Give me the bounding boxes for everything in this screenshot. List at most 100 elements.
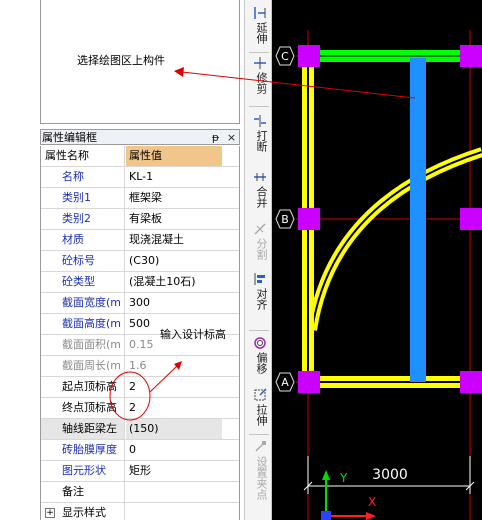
property-value[interactable]: 现浇混凝土	[126, 230, 222, 250]
property-name-label: 类别2	[62, 212, 91, 225]
property-name-label: 起点顶标高	[62, 380, 117, 393]
drawing-canvas[interactable]: C B A 3000 Y X	[272, 0, 482, 520]
ucs-x-label: X	[368, 495, 376, 509]
property-name-label: 轴线距梁左	[62, 422, 117, 435]
property-row[interactable]: 砖胎膜厚度 0	[41, 440, 239, 461]
property-name: 备注	[41, 482, 125, 502]
property-name: 截面周长(m	[41, 356, 125, 376]
property-panel-header: 属性编辑框 ᵽ ×	[40, 129, 240, 145]
dimension-label: 3000	[372, 467, 408, 483]
property-name-label: 截面高度(m	[62, 317, 122, 330]
property-name: 起点顶标高	[41, 377, 125, 397]
pin-icon[interactable]: ᵽ	[209, 131, 222, 144]
toolbar-divider	[249, 52, 269, 53]
column[interactable]	[298, 45, 320, 67]
property-name: 截面高度(m	[41, 314, 125, 334]
property-grid-header: 属性名称 属性值	[41, 146, 239, 167]
property-row[interactable]: 砼类型 (混凝土10石)	[41, 272, 239, 293]
extend-icon	[254, 7, 266, 19]
column-header-value: 属性值	[126, 146, 222, 166]
toolbar-divider	[249, 106, 269, 107]
column-header-name: 属性名称	[41, 146, 125, 166]
property-name: 砼标号	[41, 251, 125, 271]
offset-icon	[254, 337, 266, 349]
property-row[interactable]: 类别1 框架梁	[41, 188, 239, 209]
merge-icon	[254, 173, 266, 181]
axis-label-a: A	[281, 376, 289, 389]
annotation-text: 输入设计标高	[160, 328, 226, 341]
preview-hint-text: 选择绘图区上构件	[77, 54, 165, 67]
expand-icon[interactable]: +	[45, 508, 55, 518]
property-value[interactable]: 框架梁	[126, 188, 222, 208]
property-value[interactable]: 300	[126, 293, 222, 313]
property-name: 终点顶标高	[41, 398, 125, 418]
property-name-label: 截面宽度(m	[62, 296, 122, 309]
close-icon[interactable]: ×	[225, 131, 238, 144]
axis-label-b: B	[281, 213, 289, 226]
property-value	[126, 503, 222, 520]
property-name: 砼类型	[41, 272, 125, 292]
property-value[interactable]: (150)	[126, 419, 222, 439]
property-name-label: 砖胎膜厚度	[62, 443, 117, 456]
component-preview-panel: 选择绘图区上构件	[40, 0, 240, 124]
column[interactable]	[298, 371, 320, 393]
ucs-origin	[321, 511, 331, 520]
column[interactable]	[460, 45, 482, 67]
trim-icon	[254, 57, 266, 69]
arc-beam[interactable]	[307, 147, 482, 331]
property-name: 名称	[41, 167, 125, 187]
property-row[interactable]: 起点顶标高 2	[41, 377, 239, 398]
ucs-x-arrow	[366, 512, 376, 520]
property-name-label: 终点顶标高	[62, 401, 117, 414]
property-name-label: 图元形状	[62, 464, 106, 477]
property-value[interactable]: 有梁板	[126, 209, 222, 229]
property-row[interactable]: 备注	[41, 482, 239, 503]
column[interactable]	[460, 371, 482, 393]
property-row[interactable]: 类别2 有梁板	[41, 209, 239, 230]
property-row[interactable]: 材质 现浇混凝土	[41, 230, 239, 251]
toolbar-divider	[249, 330, 269, 331]
property-value[interactable]: KL-1	[126, 167, 222, 187]
align-label: 对齐	[255, 288, 268, 310]
property-name: 截面宽度(m	[41, 293, 125, 313]
stretch-label: 拉伸	[255, 404, 268, 426]
selected-beam[interactable]	[410, 58, 426, 382]
extend-label: 延伸	[255, 22, 268, 44]
property-value[interactable]: (混凝土10石)	[126, 272, 222, 292]
property-row[interactable]: 终点顶标高 2	[41, 398, 239, 419]
property-name-label: 砼类型	[62, 275, 95, 288]
property-row[interactable]: 砼标号 (C30)	[41, 251, 239, 272]
column[interactable]	[460, 208, 482, 230]
property-value[interactable]: 2	[126, 398, 222, 418]
property-value[interactable]: (C30)	[126, 251, 222, 271]
break-icon	[254, 115, 266, 127]
toolbar-divider	[249, 434, 269, 435]
column[interactable]	[298, 208, 320, 230]
property-value[interactable]	[126, 482, 222, 502]
property-row[interactable]: 图元形状 矩形	[41, 461, 239, 482]
property-row[interactable]: 截面周长(m 1.6	[41, 356, 239, 377]
property-group-row[interactable]: + 显示样式	[41, 503, 239, 520]
property-value[interactable]: 0	[126, 440, 222, 460]
axis-label-c: C	[281, 50, 289, 63]
property-row[interactable]: 轴线距梁左 (150)	[41, 419, 239, 440]
column-header-name-label: 属性名称	[45, 149, 89, 162]
property-name-label: 材质	[62, 233, 84, 246]
property-value[interactable]: 矩形	[126, 461, 222, 481]
property-row[interactable]: 截面宽度(m 300	[41, 293, 239, 314]
property-name: 砖胎膜厚度	[41, 440, 125, 460]
property-name-label: 截面面积(m	[62, 338, 122, 351]
property-name: 轴线距梁左	[41, 419, 125, 439]
property-name-label: 类别1	[62, 191, 91, 204]
property-name-label: 备注	[62, 485, 84, 498]
ucs-y-arrow	[322, 470, 330, 480]
property-row[interactable]: 名称 KL-1	[41, 167, 239, 188]
property-name-label: 砼标号	[62, 254, 95, 267]
property-name: 图元形状	[41, 461, 125, 481]
arc-beam-centerline	[311, 151, 482, 331]
property-name: 类别1	[41, 188, 125, 208]
property-panel-title: 属性编辑框	[42, 131, 97, 144]
property-value[interactable]: 2	[126, 377, 222, 397]
set-grip-label: 设置夹点	[255, 456, 268, 500]
property-name-label: 截面周长(m	[62, 359, 122, 372]
